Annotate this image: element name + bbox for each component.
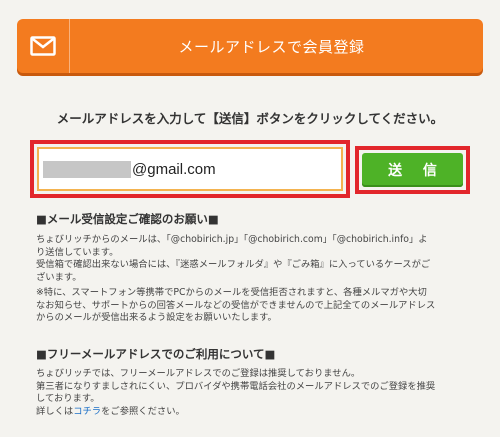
instruction-text: メールアドレスを入力して【送信】ボタンをクリックしてください。 [56,111,444,126]
free-mail-line: しております。 [36,393,100,405]
notice-line: ちょびリッチからのメールは、「@chobirich.jp」「@chobirich… [36,234,428,245]
notice-line: り送信しています。 [36,246,119,258]
email-highlight: @gmail.com [30,140,350,198]
notice-line: 受信箱で確認出来ない場合には、『迷惑メールフォルダ』や『ごみ箱』に入っているケー… [36,259,431,271]
page-header: メールアドレスで会員登録 [17,19,483,73]
details-suffix: をご参照ください。 [101,405,185,417]
envelope-icon [17,19,70,73]
submit-highlight: 送 信 [355,146,470,194]
notice-paragraph-2: ※特に、スマートフォン等携帯でPCからのメールを受信拒否されますと、各種メルマガ… [36,287,476,325]
notice-paragraph-1: ちょびリッチからのメールは、「@chobirich.jp」「@chobirich… [36,234,476,284]
free-mail-paragraph: ちょびリッチでは、フリーメールアドレスでのご登録は推奨しておりません。 第三者に… [36,368,476,418]
redacted-username [43,160,131,178]
email-domain-text: @gmail.com [132,160,216,178]
details-prefix: 詳しくは [36,405,74,417]
details-line: 詳しくはコチラをご参照ください。 [36,406,476,419]
free-mail-title: ■フリーメールアドレスでのご利用について■ [36,347,276,361]
details-link[interactable]: コチラ [73,406,101,417]
notice-line: なお知らせ、サポートからの回答メールなどの受信ができませんので上記全てのメールア… [36,299,436,311]
notice-line: からのメールが受信出来るよう設定をお願いいたします。 [36,312,277,324]
notice-line: ※特に、スマートフォン等携帯でPCからのメールを受信拒否されますと、各種メルマガ… [36,287,427,298]
free-mail-line: ちょびリッチでは、フリーメールアドレスでのご登録は推奨しておりません。 [36,368,361,379]
email-input[interactable]: @gmail.com [37,147,343,191]
notice-title: ■メール受信設定ご確認のお願い■ [36,212,219,226]
free-mail-line: 第三者になりすましされにくい、プロバイダや携帯電話会社のメールアドレスでのご登録… [36,380,436,392]
page-title: メールアドレスで会員登録 [178,37,365,56]
notice-line: ざいます。 [36,271,82,283]
submit-button[interactable]: 送 信 [362,153,463,187]
